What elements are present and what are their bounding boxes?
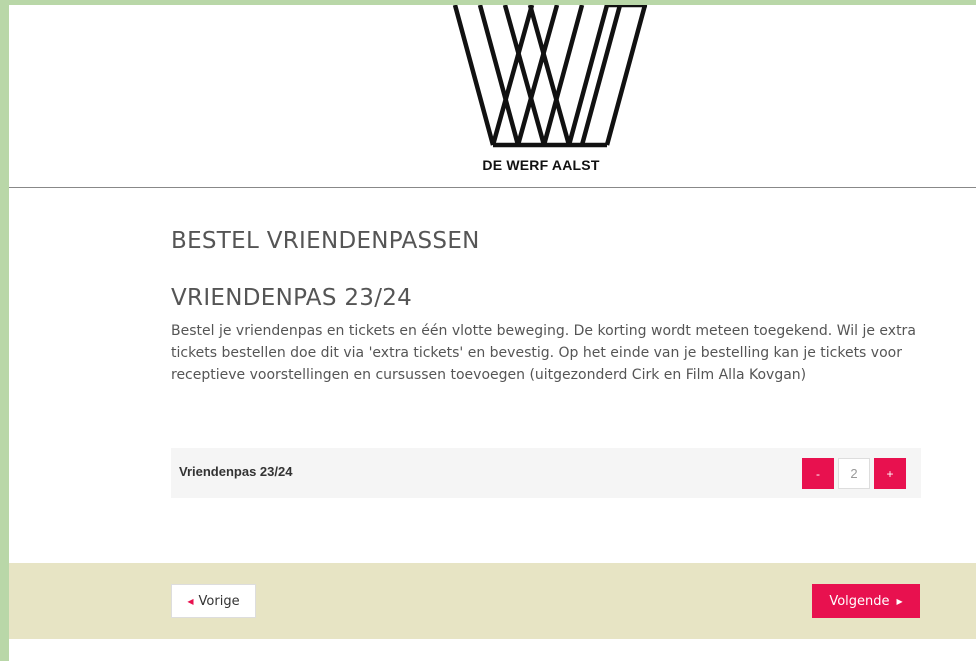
caret-left-icon: ◀ [187, 596, 194, 606]
main-content: BESTEL VRIENDENPASSEN VRIENDENPAS 23/24 … [171, 225, 921, 386]
site-header: DE WERF AALST [9, 5, 976, 188]
product-name: Vriendenpas 23/24 [179, 464, 293, 479]
wizard-navigation: ◀ Vorige Volgende ▶ [9, 563, 976, 639]
site-logo[interactable]: DE WERF AALST [441, 5, 661, 180]
logo-wordmark: DE WERF AALST [482, 157, 600, 173]
previous-button-label: Vorige [198, 593, 240, 609]
page-title: BESTEL VRIENDENPASSEN [171, 228, 480, 254]
window-frame-left [0, 0, 9, 661]
next-button-label: Volgende [829, 593, 890, 609]
quantity-field[interactable]: 2 [838, 458, 870, 489]
section-description: Bestel je vriendenpas en tickets en één … [171, 323, 916, 383]
caret-right-icon: ▶ [896, 596, 903, 606]
section-title: VRIENDENPAS 23/24 [171, 285, 413, 311]
logo-w-mark-icon [452, 5, 648, 148]
next-button[interactable]: Volgende ▶ [812, 584, 920, 618]
previous-button[interactable]: ◀ Vorige [171, 584, 256, 618]
product-row: Vriendenpas 23/24 - 2 + [171, 448, 921, 498]
decrement-button[interactable]: - [802, 458, 834, 489]
increment-button[interactable]: + [874, 458, 906, 489]
quantity-stepper: - 2 + [802, 458, 906, 489]
